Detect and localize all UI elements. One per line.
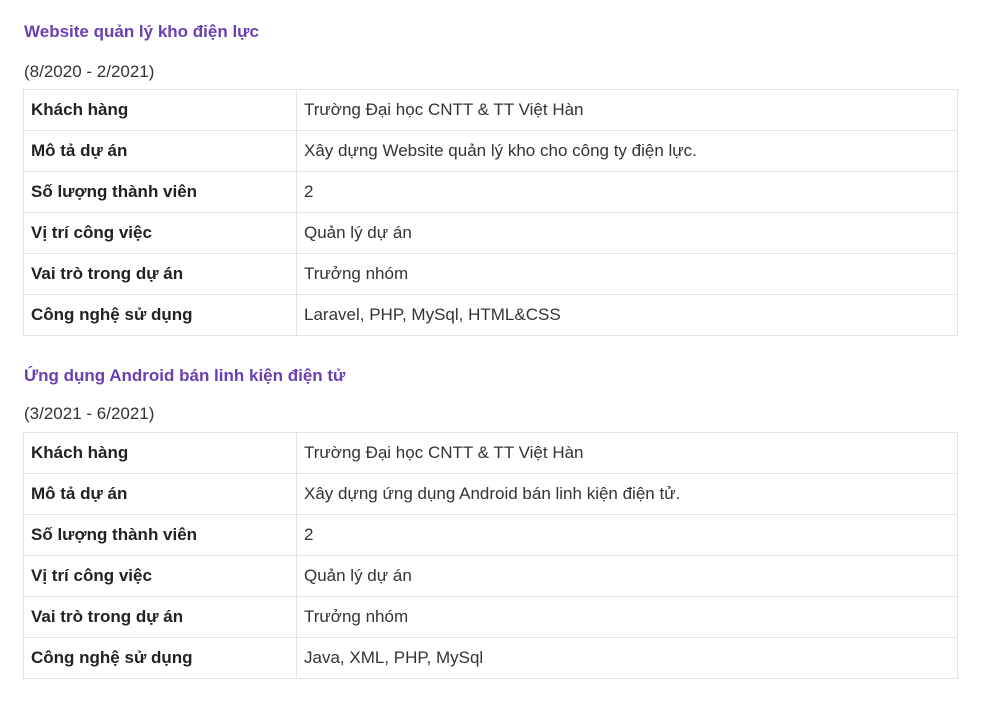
table-row: Vị trí công việc Quản lý dự án xyxy=(23,212,958,254)
table-row: Vị trí công việc Quản lý dự án xyxy=(23,555,958,597)
table-row: Khách hàng Trường Đại học CNTT & TT Việt… xyxy=(23,89,958,131)
row-label: Mô tả dự án xyxy=(23,130,297,172)
row-value: Xây dựng ứng dụng Android bán linh kiện … xyxy=(296,473,958,515)
row-value: Java, XML, PHP, MySql xyxy=(296,637,958,679)
row-label: Vai trò trong dự án xyxy=(23,596,297,638)
row-value: Trưởng nhóm xyxy=(296,596,958,638)
project-details-table: Khách hàng Trường Đại học CNTT & TT Việt… xyxy=(23,89,958,336)
row-value: Trưởng nhóm xyxy=(296,253,958,295)
row-label: Khách hàng xyxy=(23,432,297,474)
table-row: Công nghệ sử dụng Java, XML, PHP, MySql xyxy=(23,637,958,679)
row-label: Số lượng thành viên xyxy=(23,514,297,556)
row-label: Vị trí công việc xyxy=(23,212,297,254)
table-row: Khách hàng Trường Đại học CNTT & TT Việt… xyxy=(23,432,958,474)
row-label: Vị trí công việc xyxy=(23,555,297,597)
project-period: (8/2020 - 2/2021) xyxy=(24,62,155,81)
table-row: Mô tả dự án Xây dựng ứng dụng Android bá… xyxy=(23,473,958,515)
row-label: Khách hàng xyxy=(23,89,297,131)
table-row: Công nghệ sử dụng Laravel, PHP, MySql, H… xyxy=(23,294,958,336)
table-row: Vai trò trong dự án Trưởng nhóm xyxy=(23,253,958,295)
project-details-table: Khách hàng Trường Đại học CNTT & TT Việt… xyxy=(23,432,958,679)
row-value: Trường Đại học CNTT & TT Việt Hàn xyxy=(296,432,958,474)
row-value: Trường Đại học CNTT & TT Việt Hàn xyxy=(296,89,958,131)
row-value: Laravel, PHP, MySql, HTML&CSS xyxy=(296,294,958,336)
row-label: Số lượng thành viên xyxy=(23,171,297,213)
project-title: Website quản lý kho điện lực xyxy=(24,22,259,41)
table-row: Mô tả dự án Xây dựng Website quản lý kho… xyxy=(23,130,958,172)
row-value: Quản lý dự án xyxy=(296,555,958,597)
row-value: Quản lý dự án xyxy=(296,212,958,254)
row-value: 2 xyxy=(296,514,958,556)
row-value: 2 xyxy=(296,171,958,213)
row-label: Vai trò trong dự án xyxy=(23,253,297,295)
project-period: (3/2021 - 6/2021) xyxy=(24,404,155,423)
row-label: Công nghệ sử dụng xyxy=(23,637,297,679)
table-row: Số lượng thành viên 2 xyxy=(23,514,958,556)
row-label: Công nghệ sử dụng xyxy=(23,294,297,336)
project-title: Ứng dụng Android bán linh kiện điện tử xyxy=(24,366,346,385)
row-label: Mô tả dự án xyxy=(23,473,297,515)
table-row: Vai trò trong dự án Trưởng nhóm xyxy=(23,596,958,638)
row-value: Xây dựng Website quản lý kho cho công ty… xyxy=(296,130,958,172)
table-row: Số lượng thành viên 2 xyxy=(23,171,958,213)
